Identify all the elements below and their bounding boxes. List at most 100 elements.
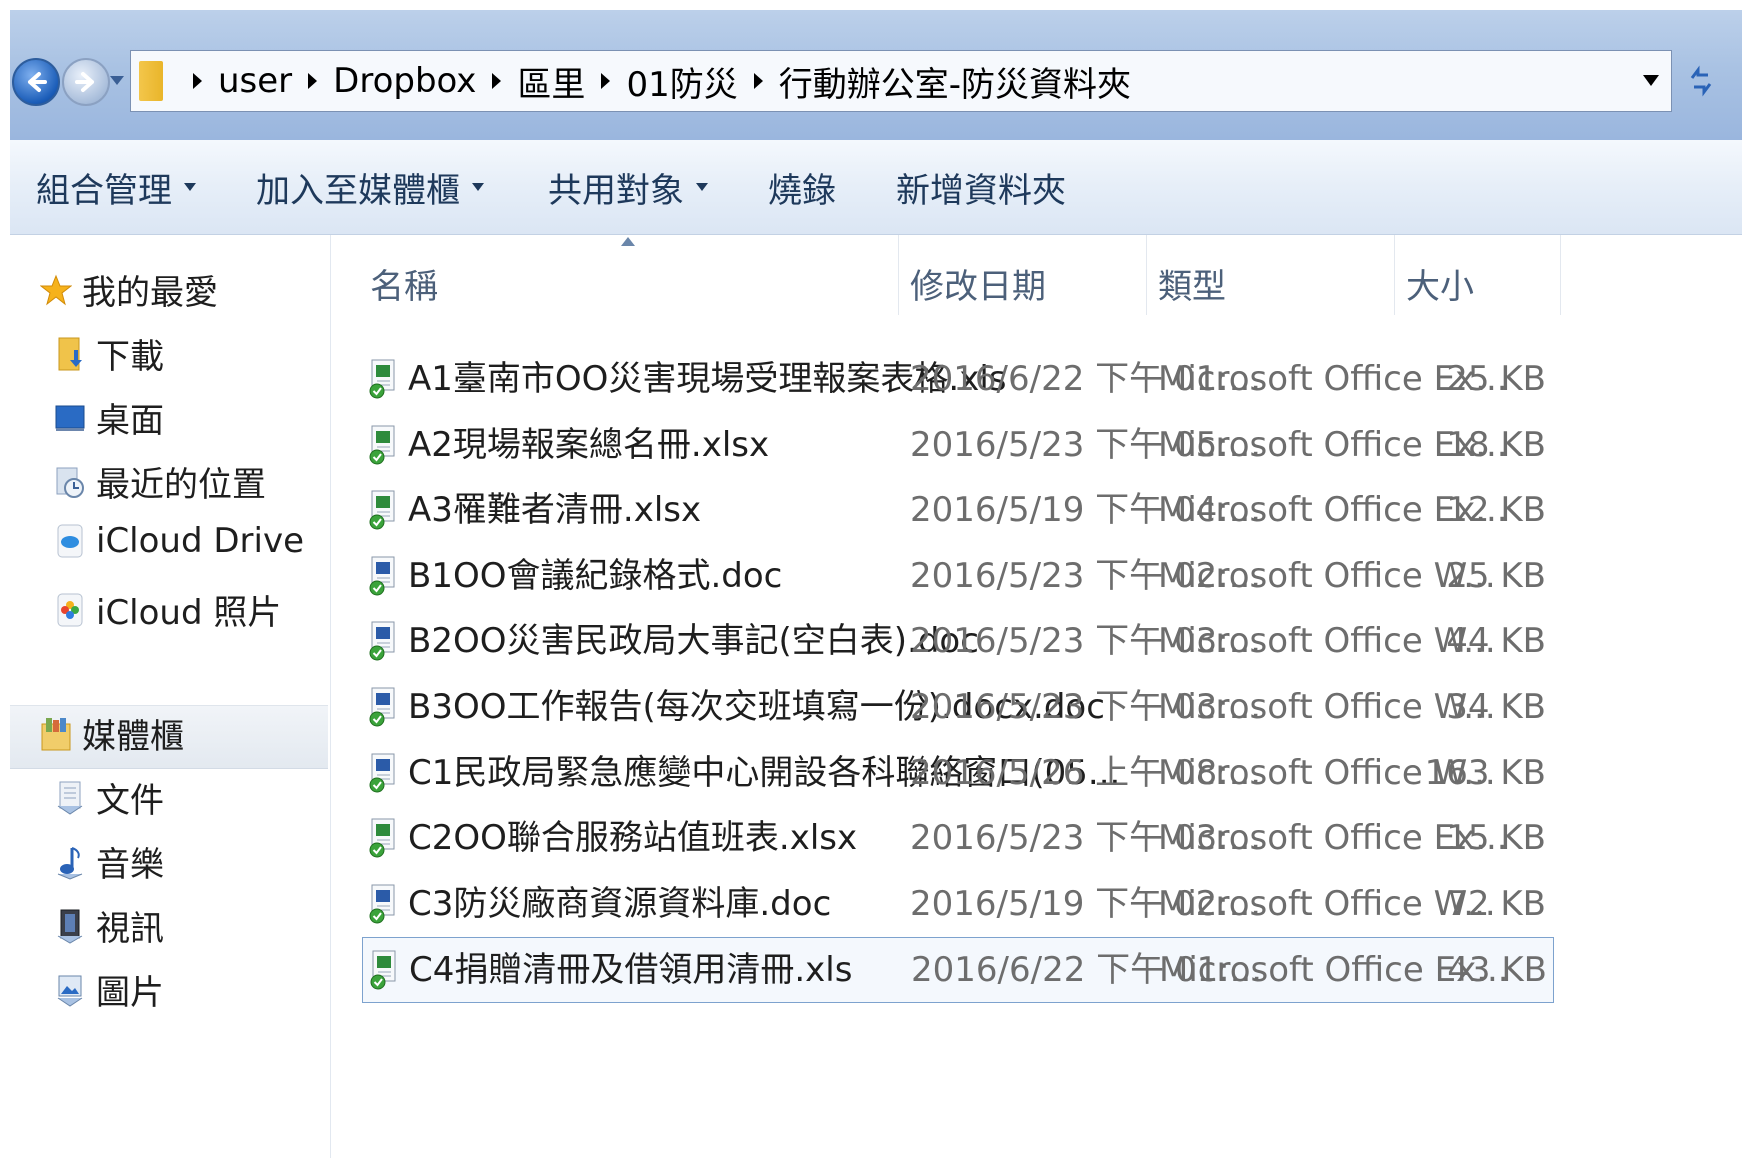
nav-documents-label: 文件 xyxy=(96,781,164,821)
nav-icloud-photos[interactable]: iCloud 照片 xyxy=(54,585,281,634)
navigation-bar: user Dropbox 區里 01防災 行動辦公室-防災資料夾 xyxy=(10,10,1742,140)
chevron-right-icon[interactable] xyxy=(193,73,202,89)
navigation-pane: 我的最愛 下載 桌面 最近的位置 iCloud Drive iCloud 照片 … xyxy=(10,235,331,1158)
add-to-library-menu[interactable]: 加入至媒體櫃 xyxy=(222,163,510,212)
back-button[interactable] xyxy=(12,58,60,106)
nav-music[interactable]: 音樂 xyxy=(54,837,164,886)
file-row[interactable]: C4捐贈清冊及借領用清冊.xls 2016/6/22 下午 01:... Micro… xyxy=(362,937,1554,1003)
icloud-drive-icon xyxy=(54,523,86,559)
address-bar[interactable]: user Dropbox 區里 01防災 行動辦公室-防災資料夾 xyxy=(130,50,1672,112)
arrow-right-icon xyxy=(75,72,94,92)
organize-label: 組合管理 xyxy=(36,170,172,211)
nav-libraries[interactable]: 媒體櫃 xyxy=(40,709,184,758)
chevron-right-icon[interactable] xyxy=(753,73,763,89)
file-size: 163 KB xyxy=(1424,753,1546,793)
file-row[interactable]: B3OO工作報告(每次交班填寫一份).docx.doc 2016/5/23 下午 … xyxy=(362,675,1552,739)
file-row[interactable]: B1OO會議紀錄格式.doc 2016/5/23 下午 02:... Microso… xyxy=(362,544,1552,608)
chevron-down-icon xyxy=(696,183,708,191)
nav-pictures-label: 圖片 xyxy=(96,973,164,1013)
file-type: Microsoft Office W... xyxy=(1158,556,1496,596)
file-row[interactable]: C1民政局緊急應變中心開設各科聯絡窗口(05... 2016/5/26 上午 08… xyxy=(362,741,1552,805)
file-name: B1OO會議紀錄格式.doc xyxy=(408,556,783,596)
column-header-type[interactable]: 類型 xyxy=(1158,245,1388,321)
nav-libraries-label: 媒體櫃 xyxy=(82,717,184,757)
organize-menu[interactable]: 組合管理 xyxy=(10,163,222,212)
file-row[interactable]: B2OO災害民政局大事記(空白表).doc 2016/5/23 下午 03:...… xyxy=(362,609,1552,673)
chevron-right-icon[interactable] xyxy=(308,73,318,89)
icloud-photos-icon xyxy=(54,592,86,628)
file-size: 34 KB xyxy=(1446,687,1546,727)
music-icon xyxy=(54,844,86,880)
file-size: 43 KB xyxy=(1447,950,1547,990)
file-row[interactable]: A1臺南市OO災害現場受理報案表格.xls 2016/6/22 下午 01:...… xyxy=(362,347,1552,411)
nav-favorites[interactable]: 我的最愛 xyxy=(40,265,218,314)
file-row[interactable]: A2現場報案總名冊.xlsx 2016/5/23 下午 05:... Microso… xyxy=(362,413,1552,477)
breadcrumb-disaster-prevention[interactable]: 01防災 xyxy=(626,57,737,106)
excel-file-icon xyxy=(368,818,398,858)
column-header-size-label: 大小 xyxy=(1406,266,1474,307)
file-type: Microsoft Office W... xyxy=(1158,621,1496,661)
file-size: 15 KB xyxy=(1446,818,1546,858)
nav-pictures[interactable]: 圖片 xyxy=(54,965,164,1014)
file-row[interactable]: A3罹難者清冊.xlsx 2016/5/19 下午 04:... Microsoft… xyxy=(362,478,1552,542)
excel-file-icon xyxy=(369,950,399,990)
file-row[interactable]: C3防災廠商資源資料庫.doc 2016/5/19 下午 02:... Micros… xyxy=(362,872,1552,936)
file-row[interactable]: C2OO聯合服務站值班表.xlsx 2016/5/23 下午 03:... Micr… xyxy=(362,806,1552,870)
address-history-dropdown[interactable] xyxy=(1643,75,1659,86)
folder-icon xyxy=(139,61,163,101)
excel-file-icon xyxy=(368,359,398,399)
nav-recent-places[interactable]: 最近的位置 xyxy=(54,457,266,506)
word-file-icon xyxy=(368,621,398,661)
nav-icloud-drive-label: iCloud Drive xyxy=(96,521,305,561)
file-name: C4捐贈清冊及借領用清冊.xls xyxy=(409,950,853,990)
videos-icon xyxy=(54,908,86,944)
file-size: 72 KB xyxy=(1446,884,1546,924)
file-type: Microsoft Office W... xyxy=(1158,687,1496,727)
excel-file-icon xyxy=(368,490,398,530)
nav-videos[interactable]: 視訊 xyxy=(54,901,164,950)
file-name: C2OO聯合服務站值班表.xlsx xyxy=(408,818,858,858)
refresh-icon xyxy=(1690,65,1712,97)
burn-button[interactable]: 燒錄 xyxy=(734,163,862,212)
nav-music-label: 音樂 xyxy=(96,845,164,885)
column-divider[interactable] xyxy=(1394,235,1395,315)
recent-pages-dropdown[interactable] xyxy=(110,76,124,85)
breadcrumb-dropbox[interactable]: Dropbox xyxy=(333,61,476,101)
pictures-icon xyxy=(54,972,86,1008)
forward-button[interactable] xyxy=(62,58,110,106)
share-with-menu[interactable]: 共用對象 xyxy=(510,163,734,212)
star-icon xyxy=(40,272,72,308)
recent-places-icon xyxy=(54,464,86,500)
library-icon xyxy=(40,716,72,752)
nav-documents[interactable]: 文件 xyxy=(54,773,164,822)
chevron-down-icon xyxy=(472,183,484,191)
nav-desktop-label: 桌面 xyxy=(96,401,164,441)
nav-recent-places-label: 最近的位置 xyxy=(96,465,266,505)
column-divider[interactable] xyxy=(1560,235,1561,315)
column-header-date[interactable]: 修改日期 xyxy=(910,245,1140,321)
command-bar: 組合管理 加入至媒體櫃 共用對象 燒錄 新增資料夾 xyxy=(10,140,1742,235)
nav-downloads[interactable]: 下載 xyxy=(54,329,164,378)
share-with-label: 共用對象 xyxy=(548,170,684,211)
file-name: A2現場報案總名冊.xlsx xyxy=(408,425,770,465)
add-to-library-label: 加入至媒體櫃 xyxy=(256,170,460,211)
burn-label: 燒錄 xyxy=(768,170,836,211)
column-header-date-label: 修改日期 xyxy=(910,266,1046,307)
chevron-right-icon[interactable] xyxy=(601,73,611,89)
breadcrumb-user[interactable]: user xyxy=(218,61,292,101)
breadcrumb-district[interactable]: 區里 xyxy=(517,57,585,106)
nav-icloud-drive[interactable]: iCloud Drive xyxy=(54,521,304,561)
column-header-name[interactable]: 名稱 xyxy=(370,245,890,321)
column-header-size[interactable]: 大小 xyxy=(1406,245,1556,321)
breadcrumb-current-folder[interactable]: 行動辦公室-防災資料夾 xyxy=(779,57,1131,106)
new-folder-button[interactable]: 新增資料夾 xyxy=(862,163,1092,212)
column-header-type-label: 類型 xyxy=(1158,266,1226,307)
column-divider[interactable] xyxy=(1146,235,1147,315)
column-header-name-label: 名稱 xyxy=(370,266,438,307)
column-divider[interactable] xyxy=(898,235,899,315)
file-size: 25 KB xyxy=(1446,359,1546,399)
refresh-button[interactable] xyxy=(1676,58,1726,104)
downloads-folder-icon xyxy=(54,336,86,372)
chevron-right-icon[interactable] xyxy=(492,73,502,89)
nav-desktop[interactable]: 桌面 xyxy=(54,393,164,442)
